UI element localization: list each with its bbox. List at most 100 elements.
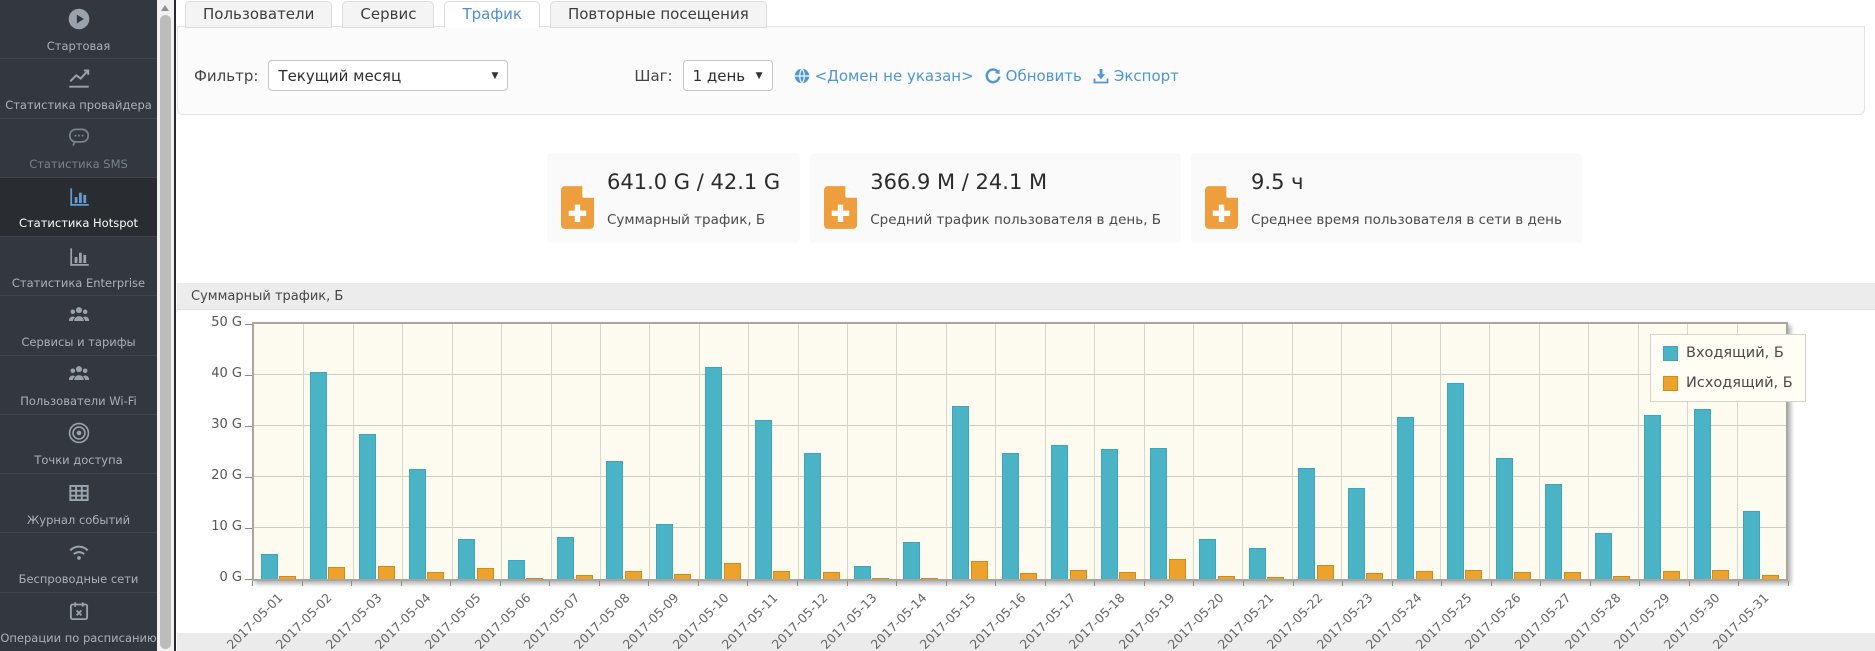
tab-users[interactable]: Пользователи xyxy=(185,1,332,28)
vertical-scrollbar[interactable] xyxy=(157,0,174,651)
gridline xyxy=(798,324,799,579)
bar-incoming-2017-05-14 xyxy=(903,542,920,579)
x-axis-tick xyxy=(1590,581,1591,586)
sidebar-item-sms-stats[interactable]: Статистика SMS xyxy=(0,118,157,177)
gridline xyxy=(254,476,1786,477)
gridline xyxy=(551,324,552,579)
bar-outgoing-2017-05-14 xyxy=(921,578,938,579)
x-axis-tick xyxy=(549,581,550,586)
y-axis-label: 0 G xyxy=(200,570,242,585)
card-value: 641.0 G / 42.1 G xyxy=(607,169,780,195)
bar-incoming-2017-05-17 xyxy=(1051,445,1068,579)
refresh-link[interactable]: Обновить xyxy=(985,67,1082,85)
x-axis-tick xyxy=(797,581,798,586)
card-total-traffic: 641.0 G / 42.1 G Суммарный трафик, Б xyxy=(547,153,800,243)
filter-label: Фильтр: xyxy=(194,67,258,85)
y-axis-tick xyxy=(245,528,252,529)
filter-period-select[interactable]: Текущий месяц ▼ xyxy=(268,60,508,91)
gridline xyxy=(303,324,304,579)
legend-item-incoming: Входящий, Б xyxy=(1663,345,1793,361)
step-value: 1 день xyxy=(693,67,746,85)
x-axis-tick xyxy=(1788,581,1789,586)
tab-traffic[interactable]: Трафик xyxy=(444,1,540,28)
sidebar-item-services-tariffs[interactable]: Сервисы и тарифы xyxy=(0,295,157,354)
sidebar-item-access-points[interactable]: Точки доступа xyxy=(0,414,157,473)
bar-outgoing-2017-05-16 xyxy=(1020,573,1037,579)
domain-link[interactable]: <Домен не указан> xyxy=(794,67,974,85)
bar-outgoing-2017-05-05 xyxy=(477,568,494,579)
traffic-bar-chart xyxy=(252,322,1788,581)
chevron-down-icon: ▼ xyxy=(748,71,763,81)
bar-incoming-2017-05-11 xyxy=(755,420,772,579)
bar-incoming-2017-05-02 xyxy=(310,372,327,579)
x-axis-tick xyxy=(1193,581,1194,586)
gridline xyxy=(600,324,601,579)
sidebar-item-label: Сервисы и тарифы xyxy=(21,335,135,349)
sidebar-item-hotspot-stats[interactable]: Статистика Hotspot xyxy=(0,177,157,236)
sidebar-item-enterprise-stats[interactable]: Статистика Enterprise xyxy=(0,236,157,295)
x-axis-tick xyxy=(1689,581,1690,586)
bar-outgoing-2017-05-01 xyxy=(279,576,296,579)
gridline xyxy=(1193,324,1194,579)
scroll-up-arrow-icon[interactable] xyxy=(161,5,169,11)
step-select[interactable]: 1 день ▼ xyxy=(683,60,773,91)
bar-outgoing-2017-05-06 xyxy=(526,578,543,579)
bar-outgoing-2017-05-31 xyxy=(1762,575,1779,579)
tab-service[interactable]: Сервис xyxy=(342,1,434,28)
card-caption: Средний трафик пользователя в день, Б xyxy=(870,212,1161,228)
gridline xyxy=(1144,324,1145,579)
bar-outgoing-2017-05-21 xyxy=(1267,577,1284,579)
tab-repeat-visits[interactable]: Повторные посещения xyxy=(550,1,767,28)
x-axis-tick xyxy=(252,581,253,586)
table-icon xyxy=(64,480,94,506)
x-axis-tick xyxy=(847,581,848,586)
x-axis-tick xyxy=(1342,581,1343,586)
gridline xyxy=(501,324,502,579)
gridline xyxy=(1638,324,1639,579)
export-link[interactable]: Экспорт xyxy=(1093,67,1179,85)
file-plus-icon xyxy=(561,186,594,229)
sidebar-item-provider-stats[interactable]: Статистика провайдера xyxy=(0,58,157,117)
bar-outgoing-2017-05-19 xyxy=(1169,559,1186,579)
globe-icon xyxy=(794,68,810,84)
scrollbar-thumb[interactable] xyxy=(160,15,171,649)
sidebar-item-label: Статистика SMS xyxy=(29,157,128,171)
bar-incoming-2017-05-04 xyxy=(409,469,426,579)
sidebar-item-scheduled-operations[interactable]: Операции по расписанию xyxy=(0,592,157,651)
sidebar-item-label: Журнал событий xyxy=(27,513,130,527)
gridline xyxy=(1292,324,1293,579)
bar-outgoing-2017-05-23 xyxy=(1366,573,1383,579)
bar-outgoing-2017-05-27 xyxy=(1564,572,1581,579)
sidebar-item-wifi-users[interactable]: Пользователи Wi-Fi xyxy=(0,355,157,414)
users-icon xyxy=(64,302,94,328)
x-axis-tick xyxy=(946,581,947,586)
sidebar-item-label: Операции по расписанию xyxy=(0,631,156,645)
gridline xyxy=(896,324,897,579)
x-axis-tick xyxy=(995,581,996,586)
bar-incoming-2017-05-10 xyxy=(705,367,722,579)
card-average-traffic: 366.9 M / 24.1 M Средний трафик пользова… xyxy=(810,153,1181,243)
users-icon xyxy=(64,361,94,387)
bar-incoming-2017-05-24 xyxy=(1397,417,1414,579)
bar-incoming-2017-05-29 xyxy=(1644,415,1661,579)
sidebar-item-start[interactable]: Стартовая xyxy=(0,0,157,58)
x-axis-tick xyxy=(401,581,402,586)
sidebar-item-event-log[interactable]: Журнал событий xyxy=(0,473,157,532)
gridline xyxy=(748,324,749,579)
bar-incoming-2017-05-26 xyxy=(1496,458,1513,579)
x-axis-tick xyxy=(747,581,748,586)
gridline xyxy=(699,324,700,579)
line-chart-icon xyxy=(64,65,94,91)
bar-outgoing-2017-05-20 xyxy=(1218,576,1235,579)
x-axis-tick xyxy=(599,581,600,586)
sidebar-item-wireless-networks[interactable]: Беспроводные сети xyxy=(0,532,157,591)
export-link-label: Экспорт xyxy=(1114,67,1179,85)
bar-incoming-2017-05-09 xyxy=(656,524,673,579)
card-average-time: 9.5 ч Среднее время пользователя в сети … xyxy=(1191,153,1582,243)
bar-incoming-2017-05-05 xyxy=(458,539,475,579)
gridline xyxy=(649,324,650,579)
plot-area xyxy=(254,324,1786,579)
gridline xyxy=(1094,324,1095,579)
sidebar-item-label: Точки доступа xyxy=(34,453,122,467)
bar-outgoing-2017-05-24 xyxy=(1416,571,1433,579)
